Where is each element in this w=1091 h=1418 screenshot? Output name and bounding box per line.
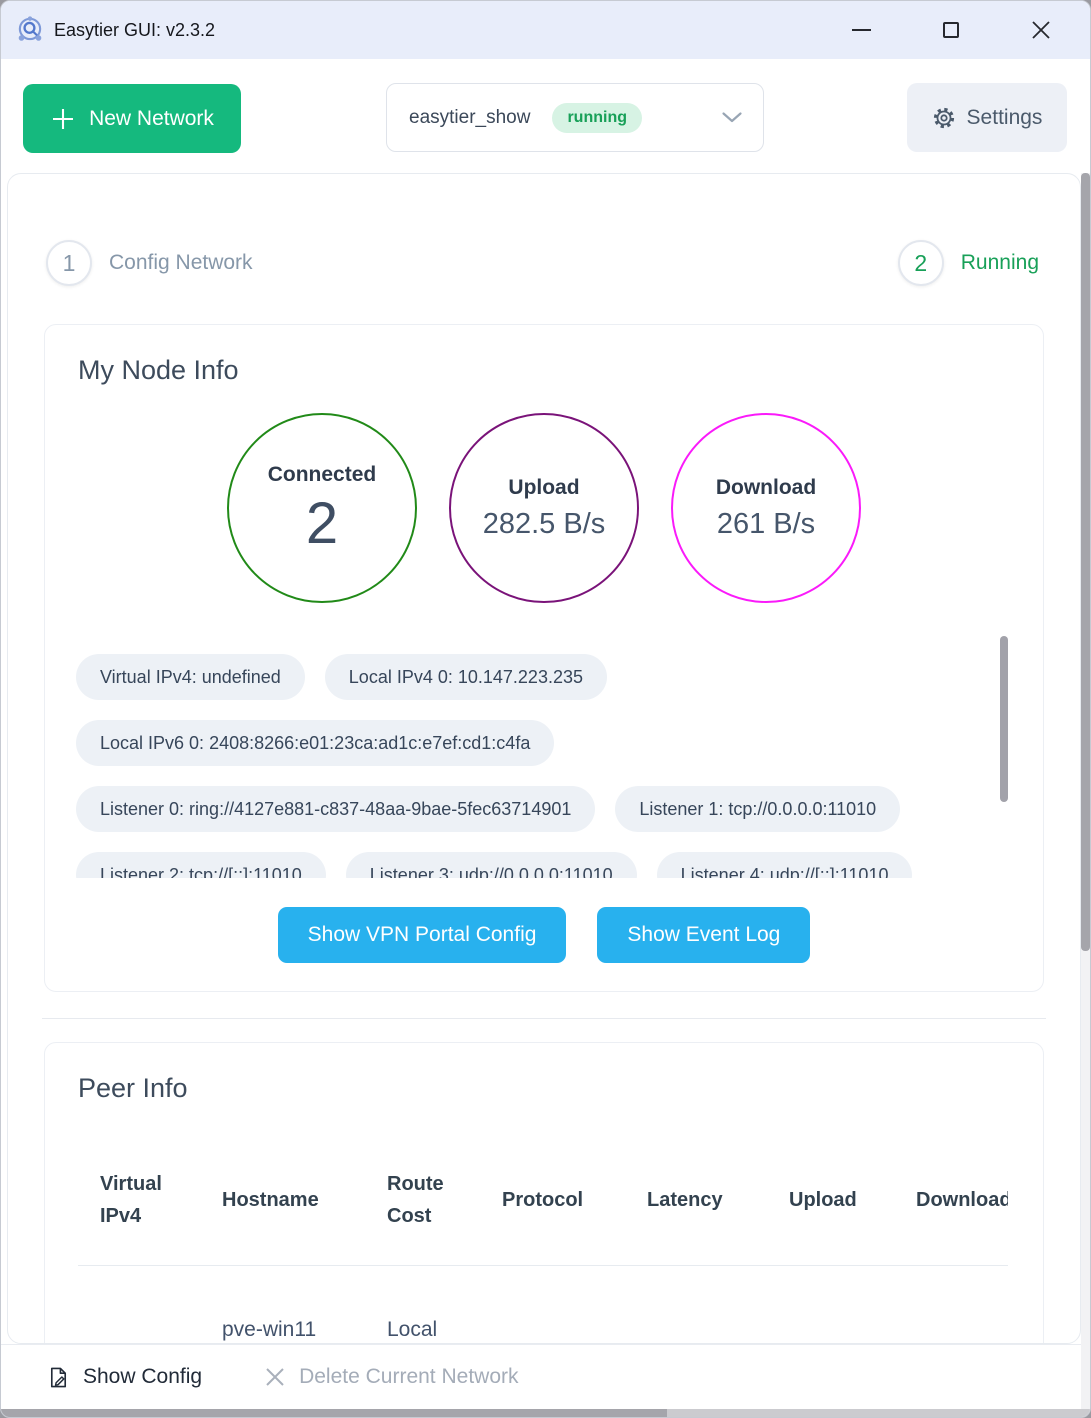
close-icon <box>1031 20 1051 40</box>
show-vpn-portal-config-button[interactable]: Show VPN Portal Config <box>278 907 567 963</box>
upload-stat-ring: Upload 282.5 B/s <box>449 413 639 603</box>
chip-listener-1: Listener 1: tcp://0.0.0.0:11010 <box>615 786 900 832</box>
chip-listener-3: Listener 3: udp://0.0.0.0:11010 <box>346 852 637 878</box>
horizontal-scrollbar-thumb[interactable] <box>1 1409 667 1417</box>
new-network-button[interactable]: New Network <box>23 84 241 153</box>
network-select-value: easytier_show <box>409 107 530 129</box>
delete-network-label: Delete Current Network <box>299 1365 518 1389</box>
minimize-button[interactable] <box>832 1 890 59</box>
show-event-log-button[interactable]: Show Event Log <box>597 907 810 963</box>
app-logo-icon <box>14 14 46 46</box>
chip-listener-2: Listener 2: tcp://[::]:11010 <box>76 852 326 878</box>
col-virtual-ipv4: Virtual IPv4 <box>78 1135 200 1265</box>
peer-table: Virtual IPv4 Hostname Route Cost Protoco… <box>78 1135 1008 1342</box>
show-config-button[interactable]: Show Config <box>41 1364 208 1390</box>
col-hostname: Hostname <box>200 1135 365 1265</box>
show-config-label: Show Config <box>83 1365 202 1389</box>
peer-table-header-row: Virtual IPv4 Hostname Route Cost Protoco… <box>78 1135 1008 1265</box>
download-stat-ring: Download 261 B/s <box>671 413 861 603</box>
chip-listener-0: Listener 0: ring://4127e881-c837-48aa-9b… <box>76 786 595 832</box>
col-route-cost: Route Cost <box>365 1135 480 1265</box>
chip-listener-4: Listener 4: udp://[::]:11010 <box>657 852 913 878</box>
node-stats: Connected 2 Upload 282.5 B/s Download 26… <box>45 413 1043 603</box>
section-divider <box>42 1018 1046 1019</box>
chevron-down-icon <box>721 111 743 124</box>
chip-local-ipv6: Local IPv6 0: 2408:8266:e01:23ca:ad1c:e7… <box>76 720 554 766</box>
maximize-icon <box>943 22 959 38</box>
col-latency: Latency <box>625 1135 767 1265</box>
step-config-network[interactable]: 1 Config Network <box>46 240 253 286</box>
node-address-chips: Virtual IPv4: undefined Local IPv4 0: 10… <box>76 654 1014 878</box>
app-window: Easytier GUI: v2.3.2 New Network easytie… <box>0 0 1091 1418</box>
new-network-label: New Network <box>89 107 214 131</box>
settings-label: Settings <box>967 106 1043 130</box>
col-download: Download <box>894 1135 1008 1265</box>
step-2-label: Running <box>961 251 1039 275</box>
download-label: Download <box>716 476 816 500</box>
step-1-circle: 1 <box>46 240 92 286</box>
main-panel: 1 Config Network 2 Running My Node Info … <box>7 173 1081 1344</box>
col-protocol: Protocol <box>480 1135 625 1265</box>
upload-value: 282.5 B/s <box>483 508 606 541</box>
delete-current-network-button[interactable]: Delete Current Network <box>258 1364 524 1390</box>
col-upload: Upload <box>767 1135 894 1265</box>
node-info-title: My Node Info <box>78 355 239 386</box>
plus-icon <box>50 106 76 132</box>
vertical-scrollbar[interactable] <box>1081 173 1090 1409</box>
connected-value: 2 <box>306 495 338 553</box>
step-running[interactable]: 2 Running <box>898 240 1039 286</box>
cell-hostname: pve-win11 <box>200 1265 365 1342</box>
vertical-scrollbar-thumb[interactable] <box>1081 173 1090 951</box>
peer-info-title: Peer Info <box>78 1073 188 1104</box>
titlebar: Easytier GUI: v2.3.2 <box>1 1 1090 59</box>
close-button[interactable] <box>1012 1 1070 59</box>
maximize-button[interactable] <box>922 1 980 59</box>
connected-label: Connected <box>268 463 377 487</box>
gear-icon <box>932 106 956 130</box>
my-node-info-card: My Node Info Connected 2 Upload 282.5 B/… <box>44 324 1044 992</box>
window-title: Easytier GUI: v2.3.2 <box>54 20 215 41</box>
chips-scrollbar-thumb[interactable] <box>1000 636 1008 802</box>
upload-label: Upload <box>508 476 579 500</box>
network-select[interactable]: easytier_show running <box>386 83 764 152</box>
footer-bar: Show Config Delete Current Network <box>1 1344 1090 1409</box>
cell-route-cost: Local <box>365 1265 480 1342</box>
minimize-icon <box>852 29 871 31</box>
cell-virtual-ipv4 <box>78 1265 200 1342</box>
peer-info-card: Peer Info Virtual IPv4 Hostname Route Co… <box>44 1042 1044 1344</box>
network-status-badge: running <box>552 103 642 133</box>
step-1-label: Config Network <box>109 251 253 275</box>
horizontal-scrollbar[interactable] <box>1 1409 1090 1417</box>
window-controls <box>800 1 1070 59</box>
config-file-icon <box>47 1366 70 1389</box>
download-value: 261 B/s <box>717 508 815 541</box>
chip-virtual-ipv4: Virtual IPv4: undefined <box>76 654 305 700</box>
table-row: pve-win11 Local <box>78 1265 1008 1342</box>
chip-local-ipv4: Local IPv4 0: 10.147.223.235 <box>325 654 607 700</box>
node-actions: Show VPN Portal Config Show Event Log <box>45 907 1043 963</box>
connected-stat-ring: Connected 2 <box>227 413 417 603</box>
delete-x-icon <box>264 1366 286 1388</box>
settings-button[interactable]: Settings <box>907 83 1067 152</box>
step-2-circle: 2 <box>898 240 944 286</box>
